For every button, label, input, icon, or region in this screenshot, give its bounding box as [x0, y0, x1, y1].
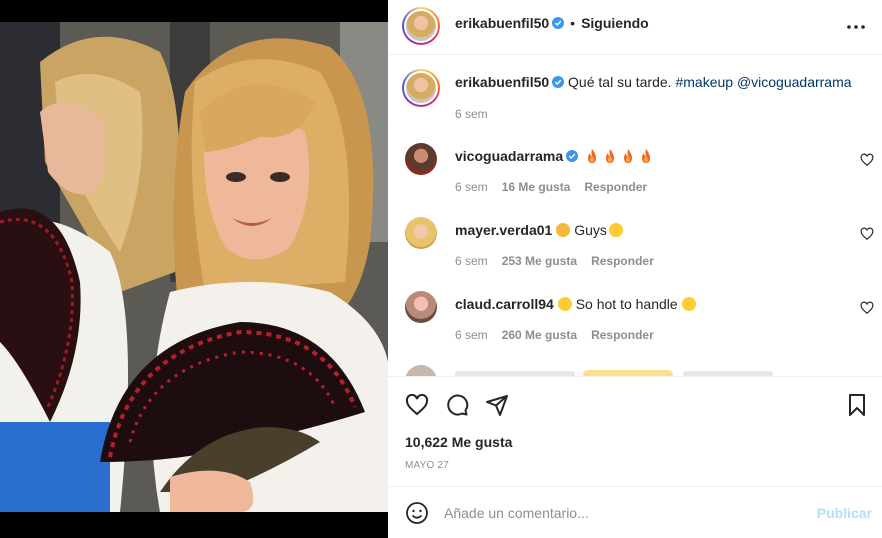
comment-time[interactable]: 6 sem [455, 254, 488, 268]
post-details-panel: erikabuenfil50 • Siguiendo erikabuenfil50 … [388, 0, 882, 538]
save-bookmark-icon[interactable] [845, 393, 869, 417]
post-date[interactable]: MAYO 27 [405, 460, 449, 471]
caption-author-avatar[interactable] [402, 69, 440, 107]
fire-emoji-icon [642, 149, 651, 163]
reply-button[interactable]: Responder [591, 328, 654, 342]
emoji-picker-icon[interactable] [405, 501, 429, 525]
commenter-avatar[interactable] [405, 291, 437, 323]
comment-time[interactable]: 6 sem [455, 180, 488, 194]
comment-body: Guys [574, 222, 607, 238]
comment-text: mayer.verda01 Guys [455, 221, 627, 239]
hashtag-link[interactable]: #makeup [675, 74, 733, 90]
comment-bubble-icon[interactable] [445, 393, 469, 417]
comment-likes[interactable]: 253 Me gusta [502, 254, 577, 268]
comment-username[interactable]: claud.carroll94 [455, 296, 554, 312]
more-options-icon[interactable] [844, 18, 868, 36]
commenter-avatar[interactable] [405, 143, 437, 175]
comment-likes[interactable]: 16 Me gusta [502, 180, 571, 194]
publish-button[interactable]: Publicar [817, 505, 872, 521]
comment-body: So hot to handle [575, 296, 678, 312]
verified-badge-icon [566, 150, 579, 162]
comment-username[interactable]: vicoguadarrama [455, 148, 563, 164]
comment-username[interactable]: mayer.verda01 [455, 222, 552, 238]
post-photo-container [0, 0, 388, 538]
following-button[interactable]: Siguiendo [581, 15, 649, 31]
comment-input[interactable] [444, 503, 784, 523]
fire-emoji-icon [588, 149, 597, 163]
share-paper-plane-icon[interactable] [485, 393, 509, 417]
tongue-emoji-icon [608, 223, 623, 237]
comments-list[interactable]: erikabuenfil50 Qué tal su tarde. #makeup… [388, 56, 882, 376]
separator-dot: • [570, 15, 576, 31]
fire-emoji-icon [606, 149, 615, 163]
mention-link[interactable]: @vicoguadarrama [737, 74, 852, 90]
likes-count[interactable]: 10,622 Me gusta [405, 434, 512, 450]
comment-like-heart-icon[interactable] [860, 227, 874, 241]
cat-emoji-icon [556, 223, 571, 237]
author-username[interactable]: erikabuenfil50 [455, 15, 549, 31]
caption-meta: 6 sem [455, 107, 502, 121]
comment-time[interactable]: 6 sem [455, 328, 488, 342]
comment-text: vicoguadarrama [455, 147, 658, 165]
comment-like-heart-icon[interactable] [860, 301, 874, 315]
photo-illustration [0, 22, 388, 512]
laughing-emoji-icon [557, 297, 572, 311]
comment-meta: 6 sem 16 Me gusta Responder [455, 180, 661, 194]
post-photo[interactable] [0, 22, 388, 512]
smiling-emoji-icon [681, 297, 696, 311]
comment-text: claud.carroll94 So hot to handle [455, 295, 700, 313]
fire-emoji-icon [624, 149, 633, 163]
caption-username[interactable]: erikabuenfil50 [455, 74, 549, 90]
reply-button[interactable]: Responder [584, 180, 647, 194]
commenter-avatar[interactable] [405, 217, 437, 249]
like-heart-icon[interactable] [405, 393, 429, 417]
comment-meta: 6 sem 253 Me gusta Responder [455, 254, 668, 268]
post-header: erikabuenfil50 • Siguiendo [388, 0, 882, 55]
caption-time[interactable]: 6 sem [455, 107, 488, 121]
commenter-avatar[interactable] [405, 365, 437, 376]
caption-body: Qué tal su tarde. [568, 74, 676, 90]
caption-text: erikabuenfil50 Qué tal su tarde. #makeup… [455, 73, 852, 91]
reply-button[interactable]: Responder [591, 254, 654, 268]
verified-badge-icon [552, 76, 565, 88]
comment-likes[interactable]: 260 Me gusta [502, 328, 577, 342]
post-actions: 10,622 Me gusta MAYO 27 [388, 376, 882, 486]
author-avatar[interactable] [402, 7, 440, 45]
comment-like-heart-icon[interactable] [860, 153, 874, 167]
verified-badge-icon [552, 17, 565, 29]
comment-meta: 6 sem 260 Me gusta Responder [455, 328, 668, 342]
comment-composer: Publicar [388, 486, 882, 538]
